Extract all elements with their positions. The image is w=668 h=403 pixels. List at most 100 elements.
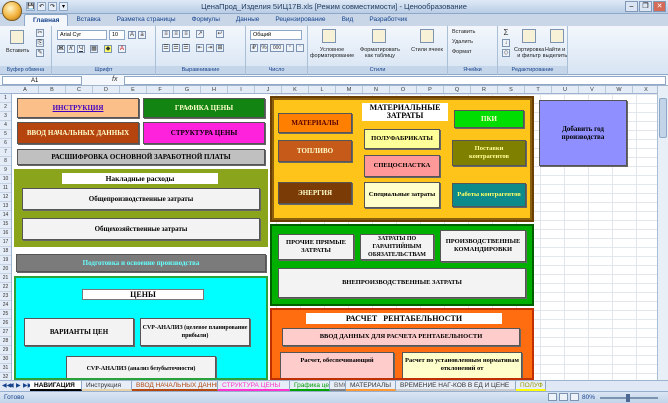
row-header[interactable]: 2 [0, 103, 11, 112]
page-break-view-icon[interactable] [570, 393, 579, 401]
merge-center-icon[interactable]: ⊞ [216, 44, 224, 52]
last-sheet-icon[interactable]: ▶▶ [23, 382, 32, 390]
scroll-thumb[interactable] [659, 98, 667, 138]
row-header[interactable]: 8 [0, 157, 11, 166]
row-header[interactable]: 18 [0, 247, 11, 256]
column-header[interactable]: B [39, 86, 66, 93]
formula-input[interactable] [124, 76, 666, 85]
borders-icon[interactable]: ▦ [90, 45, 98, 53]
column-header[interactable]: X [633, 86, 660, 93]
general-production-button[interactable]: Общепроизводственные затраты [22, 188, 260, 210]
row-header[interactable]: 11 [0, 184, 11, 193]
energy-button[interactable]: ЭНЕРГИЯ [278, 182, 352, 204]
price-graph-button[interactable]: ГРАФИКА ЦЕНЫ [143, 98, 265, 118]
column-header[interactable]: C [66, 86, 93, 93]
tab-insert[interactable]: Вставка [68, 14, 108, 26]
increase-indent-icon[interactable]: ⇥ [206, 44, 214, 52]
column-header[interactable]: S [498, 86, 525, 93]
row-header[interactable]: 7 [0, 148, 11, 157]
row-header[interactable]: 5 [0, 130, 11, 139]
next-sheet-icon[interactable]: ▶ [16, 382, 22, 390]
add-year-button[interactable]: Добавить год производства [539, 100, 627, 166]
tab-developer[interactable]: Разработчик [361, 14, 415, 26]
contractor-supplies-button[interactable]: Поставки контрагентов [452, 140, 526, 166]
column-header[interactable]: G [174, 86, 201, 93]
column-header[interactable]: A [12, 86, 39, 93]
column-header[interactable]: L [309, 86, 336, 93]
italic-button[interactable]: К [67, 45, 75, 53]
sheet-tab[interactable]: Инструкция [82, 381, 132, 391]
currency-icon[interactable]: ₽ [250, 44, 258, 52]
row-header[interactable]: 10 [0, 175, 11, 184]
column-header[interactable]: P [417, 86, 444, 93]
row-header[interactable]: 16 [0, 229, 11, 238]
row-header[interactable]: 14 [0, 211, 11, 220]
row-header[interactable]: 20 [0, 265, 11, 274]
align-top-icon[interactable]: ≡ [162, 30, 170, 38]
row-header[interactable]: 15 [0, 220, 11, 229]
copy-icon[interactable]: ⎘ [36, 39, 44, 47]
materials-button[interactable]: МАТЕРИАЛЫ [278, 113, 352, 133]
row-header[interactable]: 28 [0, 337, 11, 346]
input-data-button[interactable]: ВВОД НАЧАЛЬНЫХ ДАННЫХ [17, 122, 139, 144]
close-button[interactable]: ✕ [653, 1, 666, 12]
prev-sheet-icon[interactable]: ◀ [9, 382, 15, 390]
grow-font-icon[interactable]: A [128, 31, 136, 39]
profit-norm-button[interactable]: Расчет по установленным нормативам откло… [402, 352, 522, 378]
format-as-table-icon[interactable] [372, 29, 386, 43]
business-trips-button[interactable]: ПРОИЗВОДСТВЕННЫЕ КОМАНДИРОВКИ [440, 230, 526, 262]
font-name-select[interactable]: Arial Cyr [57, 30, 107, 40]
column-header[interactable]: W [606, 86, 633, 93]
instruction-button[interactable]: ИНСТРУКЦИЯ [17, 98, 139, 118]
tab-home[interactable]: Главная [24, 14, 69, 26]
other-direct-button[interactable]: ПРОЧИЕ ПРЯМЫЕ ЗАТРАТЫ [278, 234, 354, 260]
office-button[interactable] [2, 1, 22, 21]
row-header[interactable]: 9 [0, 166, 11, 175]
sheet-tab[interactable]: СТРУКТУРА ЦЕНЫ [218, 381, 290, 391]
profit-calc-button[interactable]: Расчет, обеспечивающий [280, 352, 394, 378]
page-layout-view-icon[interactable] [559, 393, 568, 401]
semi-products-button[interactable]: ПОЛУФАБРИКАТЫ [364, 129, 440, 149]
first-sheet-icon[interactable]: ◀◀ [2, 382, 11, 390]
align-bottom-icon[interactable]: ≡ [182, 30, 190, 38]
price-variants-button[interactable]: ВАРИАНТЫ ЦЕН [24, 318, 134, 346]
vertical-scrollbar[interactable] [657, 86, 668, 380]
cell-styles-button[interactable]: Стили ячеек [408, 47, 446, 53]
row-header[interactable]: 22 [0, 283, 11, 292]
column-header[interactable]: K [282, 86, 309, 93]
fill-icon[interactable]: ↓ [502, 39, 510, 47]
sort-filter-button[interactable]: Сортировка и фильтр [514, 47, 544, 59]
tab-view[interactable]: Вид [334, 14, 362, 26]
special-equipment-button[interactable]: СПЕЦОСНАСТКА [364, 155, 440, 177]
column-header[interactable]: V [579, 86, 606, 93]
name-box[interactable]: A1 [2, 76, 82, 85]
font-size-select[interactable]: 10 [109, 30, 125, 40]
sheet-tab[interactable]: ПОЛУФ [516, 381, 546, 391]
warranty-button[interactable]: ЗАТРАТЫ ПО ГАРАНТИЙНЫМ ОБЯЗАТЕЛЬСТВАМ [360, 234, 434, 260]
row-header[interactable]: 1 [0, 94, 11, 103]
thousands-button[interactable]: 000 [270, 44, 284, 52]
row-header[interactable]: 3 [0, 112, 11, 121]
sort-filter-icon[interactable] [522, 29, 536, 43]
zoom-slider-knob[interactable] [626, 394, 630, 402]
tab-data[interactable]: Данные [228, 14, 267, 26]
format-painter-icon[interactable]: ✎ [36, 49, 44, 57]
fuel-button[interactable]: ТОПЛИВО [278, 140, 352, 162]
sheet-tab[interactable]: МАТЕРИАЛЫ [346, 381, 396, 391]
normal-view-icon[interactable] [548, 393, 557, 401]
row-header[interactable]: 23 [0, 292, 11, 301]
column-header[interactable]: F [147, 86, 174, 93]
preparation-button[interactable]: Подготовка и освоение производства [16, 254, 266, 272]
increase-decimal-icon[interactable]: ⁺ [286, 44, 294, 52]
decrease-indent-icon[interactable]: ⇤ [196, 44, 204, 52]
profitability-input-button[interactable]: ВВОД ДАННЫХ ДЛЯ РАСЧЕТА РЕНТАБЕЛЬНОСТИ [282, 328, 520, 346]
sheet-tab[interactable]: ВМС [330, 381, 346, 391]
general-business-button[interactable]: Общехозяйственные затраты [22, 218, 260, 240]
fill-color-icon[interactable]: ◆ [104, 45, 112, 53]
bold-button[interactable]: Ж [57, 45, 65, 53]
align-left-icon[interactable]: ☰ [162, 44, 170, 52]
row-header[interactable]: 21 [0, 274, 11, 283]
row-header[interactable]: 12 [0, 193, 11, 202]
row-header[interactable]: 6 [0, 139, 11, 148]
orientation-icon[interactable]: ↗ [196, 30, 204, 38]
